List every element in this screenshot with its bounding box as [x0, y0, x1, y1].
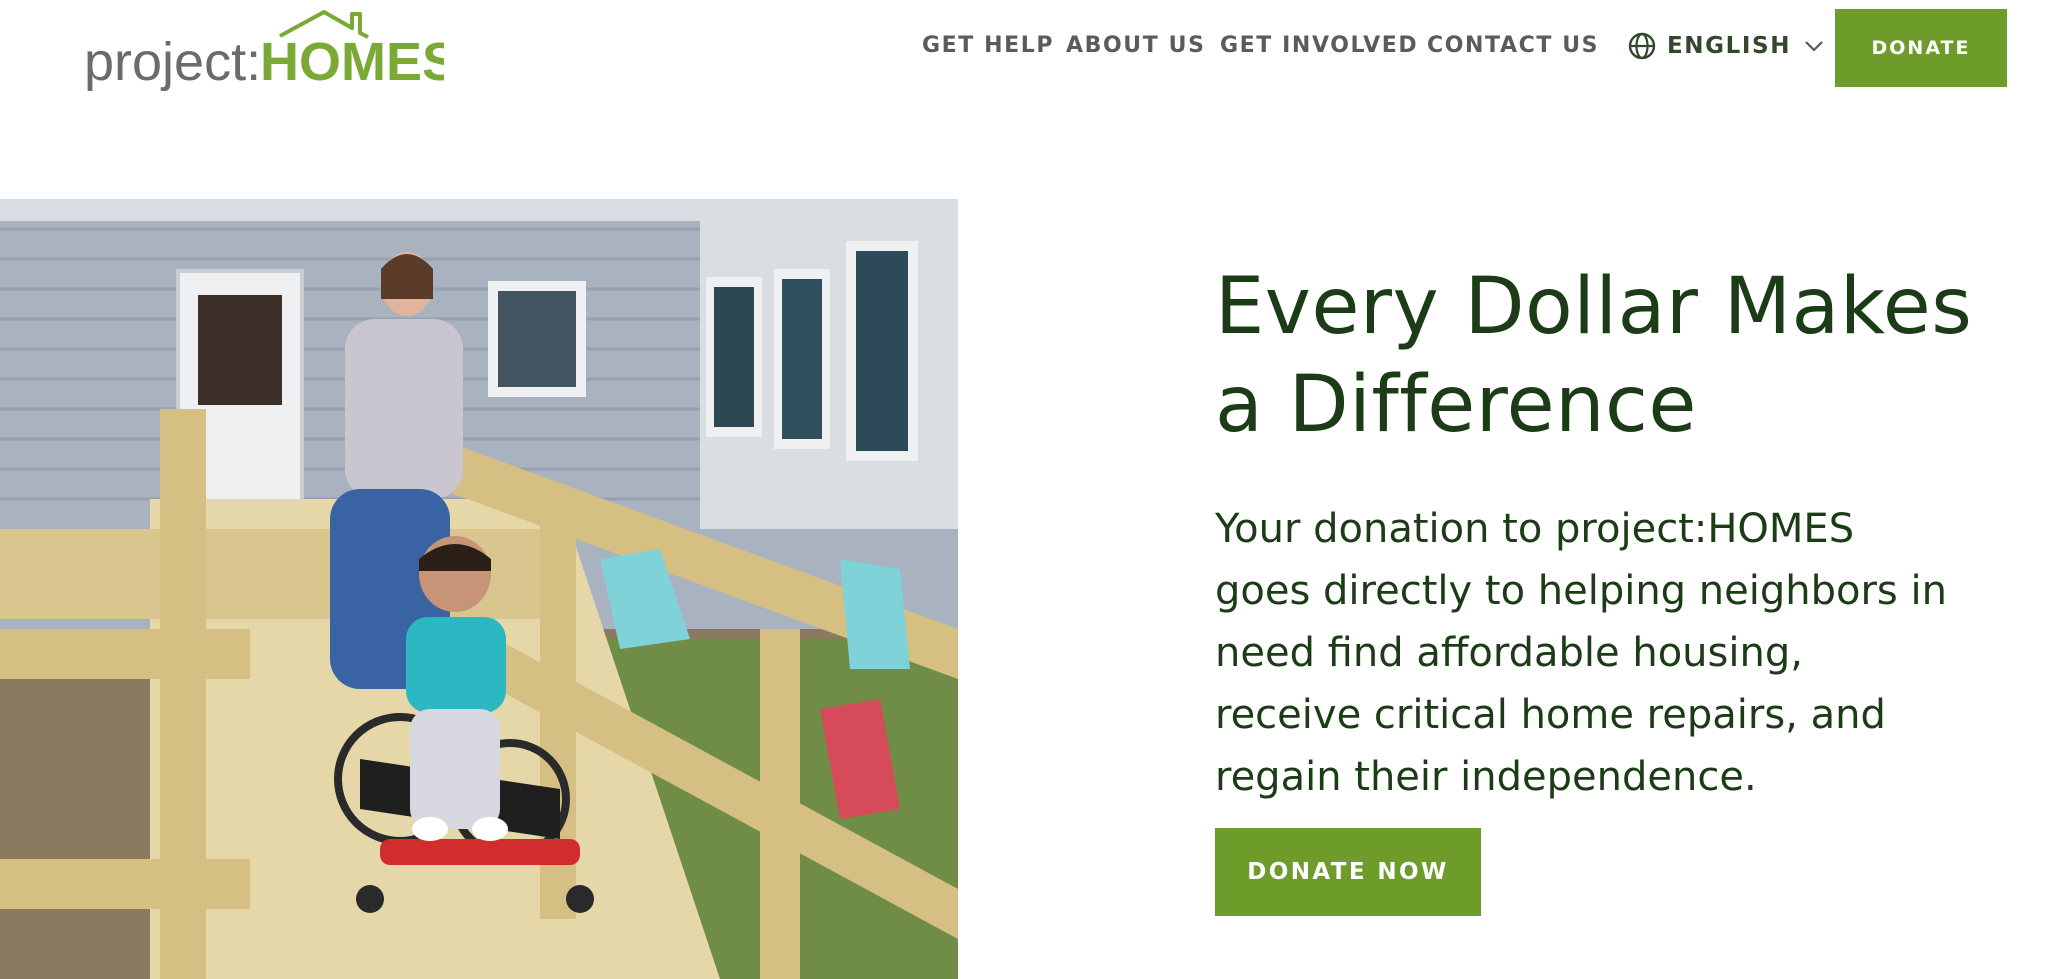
- language-label: ENGLISH: [1667, 33, 1792, 59]
- hero-body: Your donation to project:HOMES goes dire…: [1215, 506, 1947, 800]
- logo-main-text: HOMES: [260, 32, 444, 92]
- nav-contact-us[interactable]: CONTACT US: [1427, 33, 1599, 58]
- logo-graphic: project: HOMES: [84, 10, 444, 92]
- donate-now-button[interactable]: DONATE NOW: [1215, 828, 1481, 916]
- site-header: project: HOMES GET HELP ABOUT US GET INV…: [0, 0, 2048, 110]
- language-selector[interactable]: ENGLISH: [1627, 31, 1825, 61]
- nav-get-involved[interactable]: GET INVOLVED: [1220, 33, 1418, 58]
- donate-button[interactable]: DONATE: [1835, 9, 2007, 87]
- hero-image-illustration: [0, 199, 958, 979]
- logo-prefix-text: project:: [84, 32, 261, 92]
- hero-title: Every Dollar Makes a Difference: [1215, 262, 1973, 450]
- globe-icon: [1628, 32, 1656, 60]
- project-homes-logo[interactable]: project: HOMES: [84, 6, 444, 92]
- nav-about-us[interactable]: ABOUT US: [1066, 33, 1206, 58]
- hero-content: Every Dollar Makes a Difference Your don…: [1215, 258, 1975, 808]
- nav-get-help[interactable]: GET HELP: [922, 33, 1054, 58]
- chevron-down-icon: [1805, 41, 1823, 52]
- hero-photo: [0, 199, 958, 979]
